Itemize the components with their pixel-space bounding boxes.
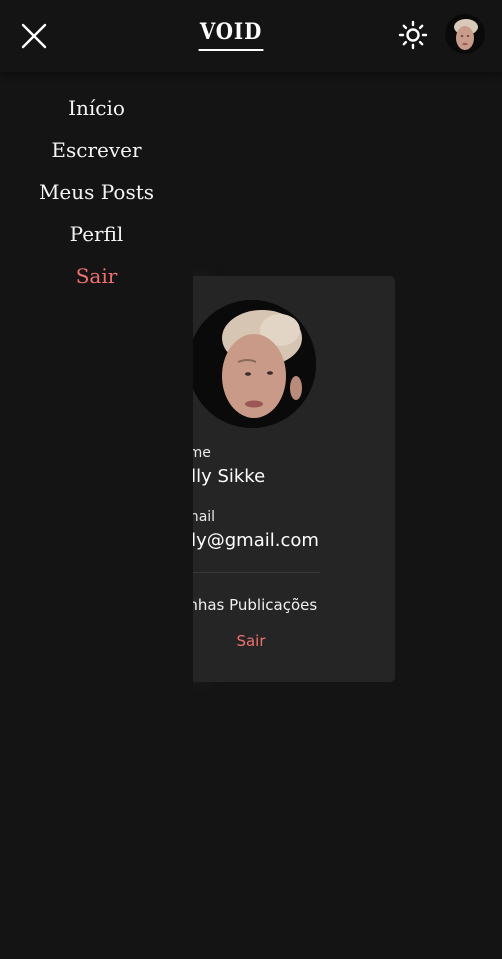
menu-item-meus-posts[interactable]: Meus Posts: [0, 178, 193, 206]
side-navigation: Início Escrever Meus Posts Perfil Sair: [0, 72, 193, 959]
close-menu-button[interactable]: [20, 22, 48, 50]
menu-item-sair[interactable]: Sair: [0, 262, 193, 290]
menu-item-perfil[interactable]: Perfil: [0, 220, 193, 248]
menu-item-escrever[interactable]: Escrever: [0, 136, 193, 164]
card-divider: [180, 572, 320, 573]
theme-toggle-button[interactable]: [398, 20, 428, 50]
profile-photo: [188, 300, 316, 428]
profile-avatar: [188, 300, 316, 428]
menu-item-inicio[interactable]: Início: [0, 94, 193, 122]
my-publications-link[interactable]: linhas Publicações: [180, 596, 320, 614]
user-avatar-button[interactable]: [445, 14, 485, 54]
sun-icon: [398, 20, 428, 50]
close-icon: [21, 23, 47, 49]
top-header: VOID: [0, 0, 502, 72]
email-value: ely@gmail.com: [180, 530, 319, 551]
app-page: VOID ome elly Sikke -mail ely@gmail.com …: [0, 0, 502, 959]
site-logo[interactable]: VOID: [198, 17, 264, 51]
avatar-image: [445, 14, 485, 54]
